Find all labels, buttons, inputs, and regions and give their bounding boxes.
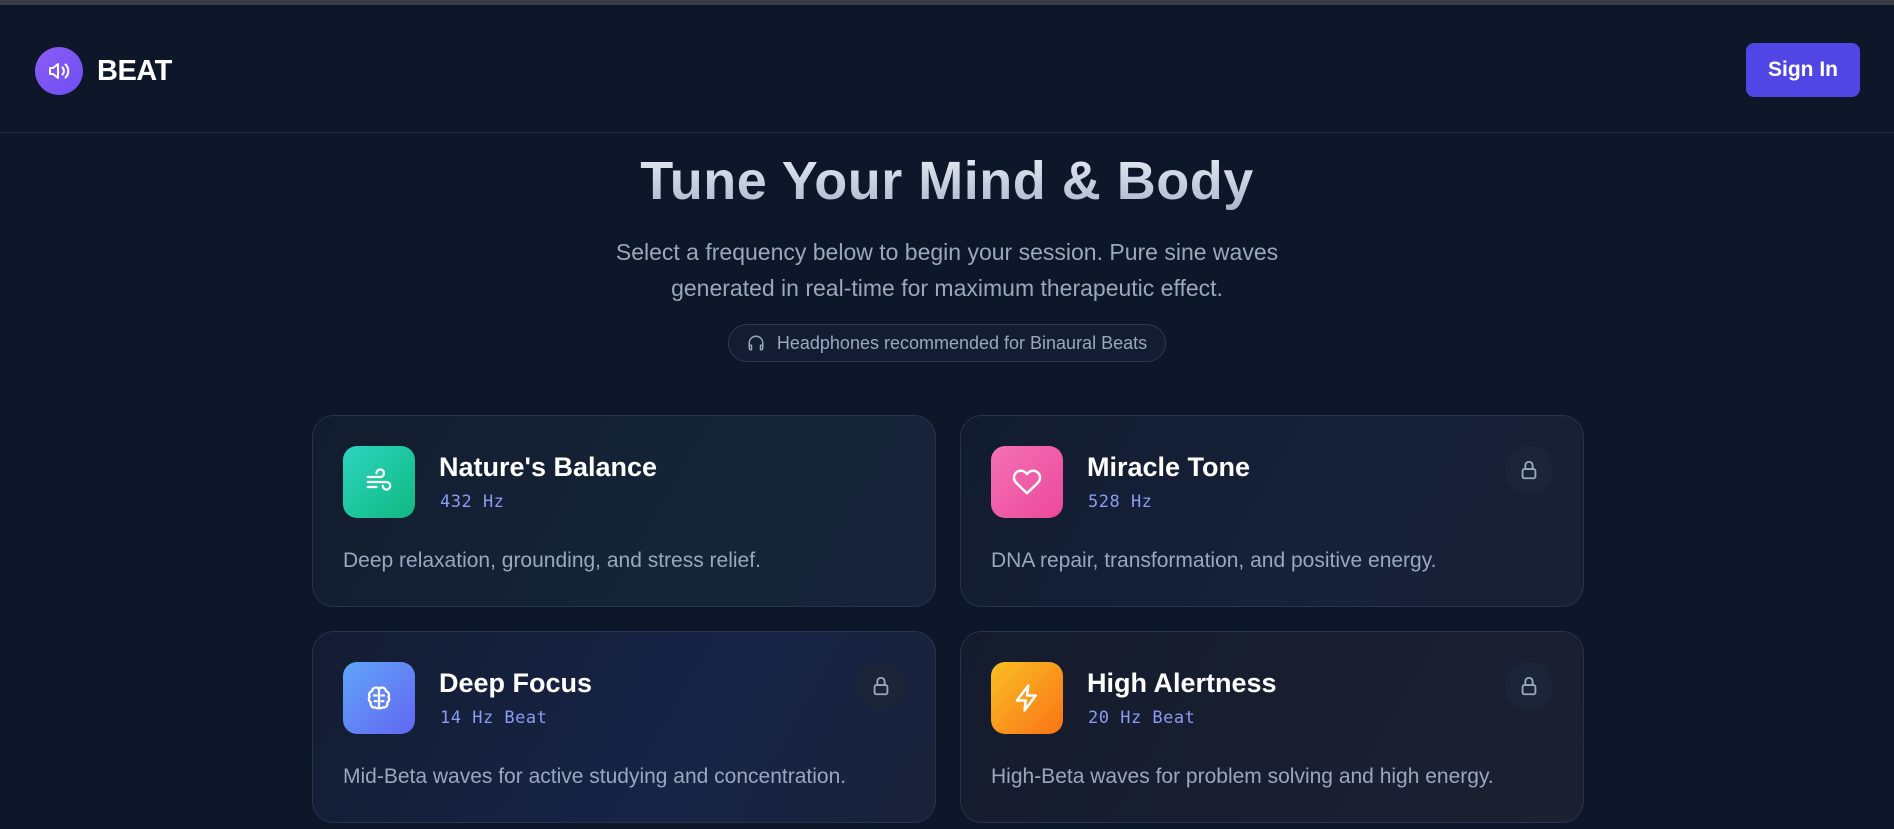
card-title: High Alertness bbox=[1087, 668, 1277, 698]
card-description: High-Beta waves for problem solving and … bbox=[991, 765, 1494, 788]
hero-section: Tune Your Mind & Body Select a frequency… bbox=[0, 150, 1894, 362]
lock-icon bbox=[857, 662, 905, 710]
frequency-card-miracle-tone[interactable]: Miracle Tone 528 Hz DNA repair, transfor… bbox=[960, 415, 1584, 607]
card-description: Deep relaxation, grounding, and stress r… bbox=[343, 549, 761, 572]
card-description: Mid-Beta waves for active studying and c… bbox=[343, 765, 847, 788]
card-title: Nature's Balance bbox=[439, 452, 658, 482]
wind-icon bbox=[343, 446, 415, 518]
frequency-card-deep-focus[interactable]: Deep Focus 14 Hz Beat Mid-Beta waves for… bbox=[312, 631, 936, 823]
frequency-card-natures-balance[interactable]: Nature's Balance 432 Hz Deep relaxation,… bbox=[312, 415, 936, 607]
card-frequency: 432 Hz bbox=[440, 492, 505, 512]
page-subtitle: Select a frequency below to begin your s… bbox=[615, 239, 1279, 301]
headphones-icon bbox=[748, 335, 764, 351]
card-title: Miracle Tone bbox=[1087, 452, 1251, 482]
card-frequency: 528 Hz bbox=[1088, 492, 1153, 512]
headphones-notice: Headphones recommended for Binaural Beat… bbox=[727, 324, 1167, 362]
speaker-icon bbox=[35, 47, 83, 95]
lock-icon bbox=[1505, 446, 1553, 494]
lightning-icon bbox=[991, 662, 1063, 734]
heart-icon bbox=[991, 446, 1063, 518]
headphones-notice-text: Headphones recommended for Binaural Beat… bbox=[776, 332, 1148, 353]
frequency-card-high-alertness[interactable]: High Alertness 20 Hz Beat High-Beta wave… bbox=[960, 631, 1584, 823]
brand-logo[interactable]: BEAT bbox=[35, 47, 172, 95]
card-title: Deep Focus bbox=[439, 668, 593, 698]
card-description: DNA repair, transformation, and positive… bbox=[991, 549, 1437, 572]
sign-in-button[interactable]: Sign In bbox=[1746, 43, 1860, 97]
card-frequency: 20 Hz Beat bbox=[1088, 708, 1196, 728]
page-title: Tune Your Mind & Body bbox=[0, 150, 1894, 212]
card-frequency: 14 Hz Beat bbox=[440, 708, 548, 728]
lock-icon bbox=[1505, 662, 1553, 710]
top-nav: BEAT Sign In bbox=[0, 5, 1894, 133]
brain-icon bbox=[343, 662, 415, 734]
brand-name: BEAT bbox=[97, 54, 172, 87]
